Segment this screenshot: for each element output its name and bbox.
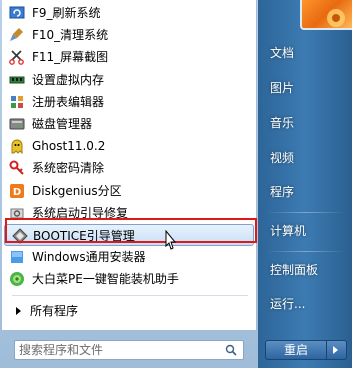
program-label: BOOTICE引导管理 [33, 228, 135, 243]
program-label: Ghost11.0.2 [32, 139, 106, 154]
program-item-disk-manager[interactable]: 磁盘管理器 [2, 113, 256, 135]
search-input[interactable] [19, 342, 219, 358]
arrow-right-icon [16, 307, 21, 315]
cabbage-icon [10, 272, 24, 287]
screenshot-icon [9, 50, 24, 66]
program-item-screenshot[interactable]: F11_屏幕截图 [2, 46, 256, 68]
divider [266, 251, 346, 252]
program-item-virtual-memory[interactable]: 设置虚拟内存 [2, 69, 256, 91]
user-avatar[interactable] [300, 0, 352, 30]
divider [266, 212, 346, 213]
start-menu: F9_刷新系统 F10_清理系统 F11_屏幕截图 设置虚拟内存 注册表编辑器 … [0, 0, 352, 368]
broom-icon [10, 28, 23, 42]
key-icon [9, 160, 24, 176]
diskgenius-icon: D [10, 183, 24, 198]
program-label: 磁盘管理器 [32, 116, 93, 131]
registry-icon [11, 95, 23, 108]
program-label: F9_刷新系统 [32, 6, 101, 20]
program-item-password-clear[interactable]: 系统密码清除 [2, 157, 256, 179]
boot-repair-icon [10, 208, 24, 219]
menu-programs[interactable]: 程序 [270, 183, 294, 201]
program-label: 系统启动引导修复 [32, 205, 129, 220]
mouse-cursor-icon [165, 230, 177, 250]
program-label: F10_清理系统 [32, 28, 109, 43]
menu-pictures[interactable]: 图片 [270, 79, 294, 97]
flower-icon [327, 9, 345, 27]
divider [12, 295, 248, 296]
program-label: F11_屏幕截图 [32, 50, 109, 65]
program-label: Windows通用安装器 [32, 250, 146, 265]
program-item-diskgenius[interactable]: D Diskgenius分区 [2, 180, 256, 202]
program-item-boot-repair[interactable]: 系统启动引导修复 [2, 202, 256, 224]
all-programs-label: 所有程序 [30, 304, 79, 318]
refresh-icon [9, 6, 25, 19]
restart-button[interactable]: 重启 [265, 340, 327, 360]
installer-icon [11, 251, 23, 264]
program-list: F9_刷新系统 F10_清理系统 F11_屏幕截图 设置虚拟内存 注册表编辑器 … [2, 2, 256, 290]
program-label: 系统密码清除 [32, 161, 105, 176]
disk-icon [9, 118, 25, 130]
menu-documents[interactable]: 文档 [270, 44, 294, 62]
program-item-windows-installer[interactable]: Windows通用安装器 [2, 246, 256, 268]
program-label: 注册表编辑器 [32, 94, 105, 109]
all-programs-button[interactable]: 所有程序 [8, 300, 248, 322]
program-label: 设置虚拟内存 [32, 72, 105, 87]
programs-pane: F9_刷新系统 F10_清理系统 F11_屏幕截图 设置虚拟内存 注册表编辑器 … [0, 0, 258, 368]
search-icon [225, 344, 237, 356]
menu-computer[interactable]: 计算机 [270, 222, 306, 240]
program-item-clean[interactable]: F10_清理系统 [2, 24, 256, 46]
program-item-refresh[interactable]: F9_刷新系统 [2, 2, 256, 24]
menu-run[interactable]: 运行... [270, 295, 305, 313]
program-label: Diskgenius分区 [32, 183, 122, 198]
program-item-bootice[interactable]: BOOTICE引导管理 [4, 223, 254, 247]
programs-panel: F9_刷新系统 F10_清理系统 F11_屏幕截图 设置虚拟内存 注册表编辑器 … [2, 0, 257, 330]
ghost-icon [11, 139, 23, 155]
program-label: 大白菜PE一键智能装机助手 [32, 272, 179, 287]
shutdown-options-button[interactable] [327, 340, 347, 360]
program-item-ghost[interactable]: Ghost11.0.2 [2, 135, 256, 157]
memory-icon [9, 76, 25, 84]
menu-videos[interactable]: 视频 [270, 149, 294, 167]
menu-music[interactable]: 音乐 [270, 114, 294, 132]
program-item-registry[interactable]: 注册表编辑器 [2, 91, 256, 113]
bootice-icon [12, 228, 28, 244]
program-item-cabbage-assistant[interactable]: 大白菜PE一键智能装机助手 [2, 268, 256, 290]
svg-text:D: D [13, 187, 21, 198]
menu-control-panel[interactable]: 控制面板 [270, 261, 318, 279]
arrow-right-icon [333, 346, 338, 354]
search-box[interactable] [14, 340, 244, 360]
